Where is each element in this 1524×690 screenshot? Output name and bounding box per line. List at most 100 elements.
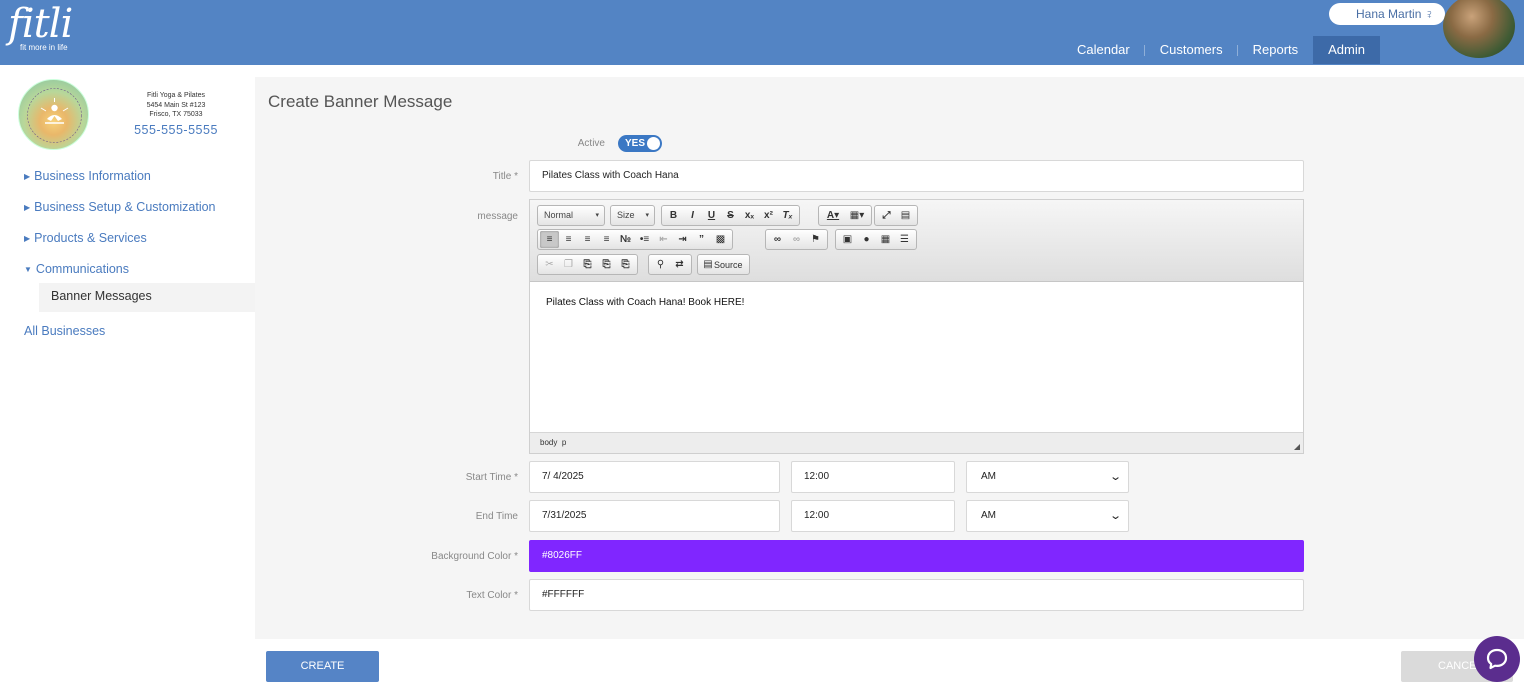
- color-group: A▾ ▦▾: [818, 205, 872, 226]
- fitli-logo[interactable]: fitli fit more in life: [8, 1, 73, 52]
- text-color-input[interactable]: #FFFFFF: [529, 579, 1304, 611]
- caret-right-icon: ▶: [24, 172, 31, 181]
- start-time-input[interactable]: 12:00: [791, 461, 955, 493]
- alignment-group: ≡ ≡ ≡ ≡ № •≡ ⇤ ⇥ ” ▩: [537, 229, 733, 250]
- underline-icon[interactable]: U: [702, 207, 721, 224]
- active-toggle[interactable]: YES: [618, 135, 662, 152]
- editor-content[interactable]: Pilates Class with Coach Hana! Book HERE…: [530, 282, 1303, 433]
- business-phone[interactable]: 555-555-5555: [126, 122, 226, 138]
- path-p[interactable]: p: [562, 438, 566, 447]
- bold-icon[interactable]: B: [664, 207, 683, 224]
- copy-icon[interactable]: ❐: [559, 256, 578, 273]
- nav-reports[interactable]: Reports: [1238, 36, 1314, 64]
- show-blocks-icon[interactable]: ▤: [896, 207, 915, 224]
- chevron-down-icon: ⌄: [1108, 471, 1122, 483]
- flash-icon[interactable]: ●: [857, 231, 876, 248]
- align-justify-icon[interactable]: ≡: [597, 231, 616, 248]
- remove-format-icon[interactable]: Tₓ: [778, 207, 797, 224]
- link-group: ∞ ∞ ⚑: [765, 229, 828, 250]
- sidebar: Fitli Yoga & Pilates 5454 Main St #123 F…: [0, 65, 255, 690]
- paste-icon[interactable]: ⎘: [578, 256, 597, 273]
- title-label: Title *: [492, 171, 518, 182]
- indent-icon[interactable]: ⇥: [673, 231, 692, 248]
- clipboard-group: ✂ ❐ ⎘ ⎘ ⎘: [537, 254, 638, 275]
- chevron-down-icon: ⌄: [1108, 510, 1122, 522]
- user-menu[interactable]: Hana Martin ⫀: [1329, 3, 1445, 25]
- start-ampm-select[interactable]: AM ⌄: [966, 461, 1129, 493]
- background-color-input[interactable]: #8026FF: [529, 540, 1304, 572]
- resize-handle-icon[interactable]: [1294, 444, 1300, 450]
- nav-customers[interactable]: Customers: [1145, 36, 1238, 64]
- text-color-icon[interactable]: A▾: [821, 207, 845, 224]
- logo-wordmark: fitli: [8, 1, 73, 47]
- image-icon[interactable]: ▣: [838, 231, 857, 248]
- sidebar-item-business-setup[interactable]: ▶ Business Setup & Customization: [0, 196, 255, 227]
- maximize-icon[interactable]: ⤢: [877, 207, 896, 224]
- align-center-icon[interactable]: ≡: [559, 231, 578, 248]
- unlink-icon[interactable]: ∞: [787, 231, 806, 248]
- document-icon: ▤: [703, 259, 713, 270]
- start-time-label: Start Time *: [465, 472, 518, 483]
- table-icon[interactable]: ▦: [876, 231, 895, 248]
- bg-color-icon[interactable]: ▦▾: [845, 207, 869, 224]
- end-date-input[interactable]: 7/31/2025: [529, 500, 780, 532]
- business-address-2: Frisco, TX 75033: [149, 111, 203, 118]
- align-left-icon[interactable]: ≡: [540, 231, 559, 248]
- link-icon[interactable]: ∞: [768, 231, 787, 248]
- format-dropdown[interactable]: Normal ▾: [537, 205, 605, 226]
- create-button[interactable]: CREATE: [266, 651, 379, 682]
- end-ampm-value: AM: [981, 510, 996, 521]
- paste-word-icon[interactable]: ⎘: [616, 256, 635, 273]
- sidebar-item-all-businesses[interactable]: All Businesses: [0, 320, 255, 351]
- main-nav: Calendar Customers Reports Admin: [1062, 36, 1380, 64]
- view-group: ⤢ ▤: [874, 205, 918, 226]
- replace-icon[interactable]: ⇄: [670, 256, 689, 273]
- sidebar-item-products-services[interactable]: ▶ Products & Services: [0, 227, 255, 258]
- numbered-list-icon[interactable]: №: [616, 231, 635, 248]
- toggle-knob: [647, 137, 660, 150]
- end-ampm-select[interactable]: AM ⌄: [966, 500, 1129, 532]
- source-button[interactable]: ▤ Source: [697, 254, 750, 275]
- start-ampm-value: AM: [981, 471, 996, 482]
- anchor-flag-icon[interactable]: ⚑: [806, 231, 825, 248]
- chat-widget-button[interactable]: [1474, 636, 1520, 682]
- message-label: message: [477, 211, 518, 222]
- align-right-icon[interactable]: ≡: [578, 231, 597, 248]
- outdent-icon[interactable]: ⇤: [654, 231, 673, 248]
- sidebar-item-label: Communications: [35, 262, 130, 276]
- find-icon[interactable]: ⚲: [651, 256, 670, 273]
- caret-right-icon: ▶: [24, 203, 31, 212]
- start-date-input[interactable]: 7/ 4/2025: [529, 461, 780, 493]
- strikethrough-icon[interactable]: S: [721, 207, 740, 224]
- avatar[interactable]: [1443, 0, 1515, 58]
- text-style-group: B I U S xₓ x² Tₓ: [661, 205, 800, 226]
- nav-calendar[interactable]: Calendar: [1062, 36, 1145, 64]
- horizontal-line-icon[interactable]: ☰: [895, 231, 914, 248]
- sidebar-item-communications[interactable]: ▼ Communications: [0, 258, 255, 289]
- bulleted-list-icon[interactable]: •≡: [635, 231, 654, 248]
- superscript-icon[interactable]: x²: [759, 207, 778, 224]
- top-header: fitli fit more in life Hana Martin ⫀ Cale…: [0, 0, 1524, 65]
- business-name: Fitli Yoga & Pilates: [147, 92, 205, 99]
- editor-toolbar: Normal ▾ Size ▾ B I U S xₓ x² Tₓ A▾ ▦▾ ⤢ ▤: [530, 200, 1303, 282]
- sidebar-menu: ▶ Business Information ▶ Business Setup & …: [0, 165, 255, 351]
- find-group: ⚲ ⇄: [648, 254, 692, 275]
- cut-icon[interactable]: ✂: [540, 256, 559, 273]
- subscript-icon[interactable]: xₓ: [740, 207, 759, 224]
- italic-icon[interactable]: I: [683, 207, 702, 224]
- paste-text-icon[interactable]: ⎘: [597, 256, 616, 273]
- size-dropdown[interactable]: Size ▾: [610, 205, 655, 226]
- blockquote-icon[interactable]: ”: [692, 231, 711, 248]
- end-time-label: End Time: [475, 511, 518, 522]
- sidebar-item-business-information[interactable]: ▶ Business Information: [0, 165, 255, 196]
- nav-admin[interactable]: Admin: [1313, 36, 1380, 64]
- active-label: Active: [577, 138, 605, 149]
- chevron-down-icon: ▾: [595, 212, 599, 219]
- path-body[interactable]: body: [540, 438, 557, 447]
- div-container-icon[interactable]: ▩: [711, 231, 730, 248]
- chevron-down-icon: ▾: [645, 212, 649, 219]
- title-input[interactable]: Pilates Class with Coach Hana: [529, 160, 1304, 192]
- sidebar-item-label: Business Information: [34, 169, 151, 183]
- editor-element-path: body p: [530, 432, 1303, 453]
- end-time-input[interactable]: 12:00: [791, 500, 955, 532]
